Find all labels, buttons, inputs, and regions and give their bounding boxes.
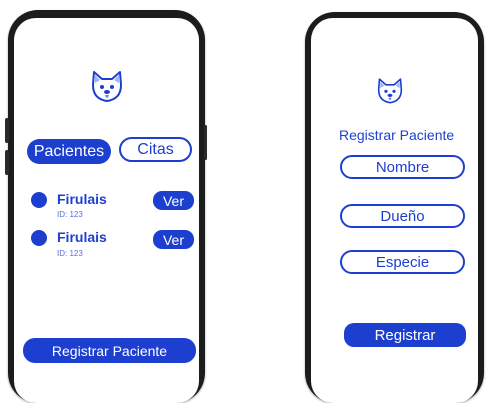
patient-avatar — [31, 192, 47, 208]
tab-citas[interactable]: Citas — [119, 137, 192, 162]
side-button — [5, 150, 9, 175]
register-patient-button[interactable]: Registrar Paciente — [23, 338, 196, 363]
side-button — [5, 118, 9, 143]
species-field[interactable]: Especie — [340, 250, 465, 274]
view-patient-button[interactable]: Ver — [153, 230, 194, 249]
patient-name: Firulais — [57, 229, 107, 245]
side-button — [204, 125, 207, 160]
patient-avatar — [31, 230, 47, 246]
name-field[interactable]: Nombre — [340, 155, 465, 179]
view-patient-button[interactable]: Ver — [153, 191, 194, 210]
phone-frame-register: Registrar Paciente Nombre Dueño Especie … — [305, 12, 484, 403]
phone-frame-patients: Pacientes Citas Firulais ID: 123 Ver Fir… — [8, 10, 205, 403]
patient-id: ID: 123 — [57, 249, 83, 258]
patients-screen: Pacientes Citas Firulais ID: 123 Ver Fir… — [14, 18, 199, 403]
patient-name: Firulais — [57, 191, 107, 207]
patient-id: ID: 123 — [57, 210, 83, 219]
tab-pacientes[interactable]: Pacientes — [27, 139, 111, 164]
dog-face-icon — [92, 71, 122, 102]
register-screen: Registrar Paciente Nombre Dueño Especie … — [311, 18, 478, 403]
owner-field[interactable]: Dueño — [340, 204, 465, 228]
submit-register-button[interactable]: Registrar — [344, 323, 466, 347]
dog-face-icon — [377, 78, 403, 104]
page-title: Registrar Paciente — [339, 127, 455, 143]
